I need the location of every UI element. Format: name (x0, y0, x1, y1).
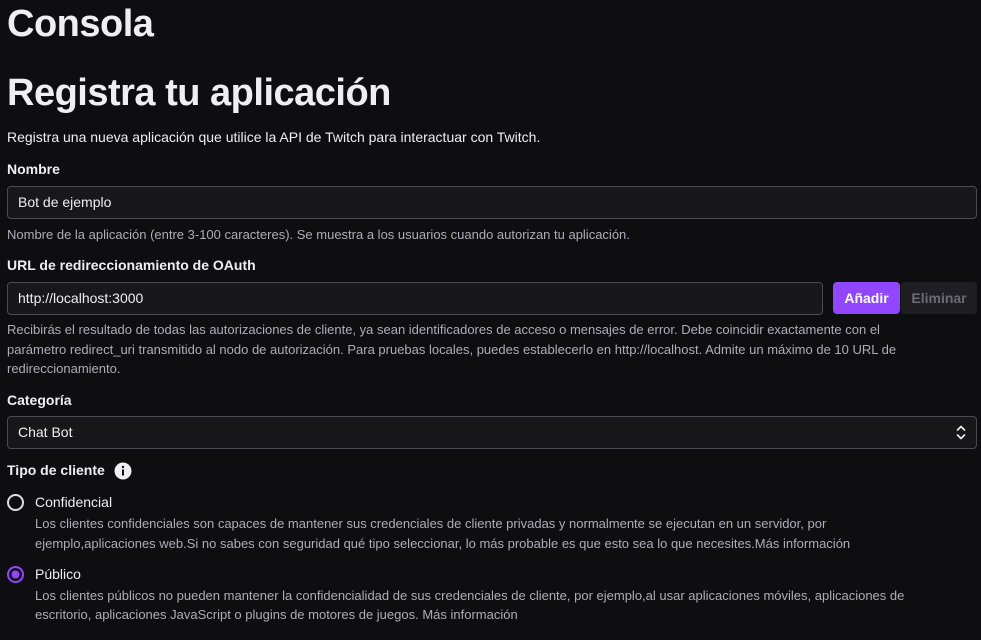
remove-url-button[interactable]: Eliminar (901, 282, 977, 314)
confidential-desc-line-2: ejemplo,aplicaciones web.Si no sabes con… (35, 536, 851, 551)
category-select[interactable]: Chat Bot (7, 416, 977, 449)
add-url-button[interactable]: Añadir (833, 282, 900, 314)
public-radio-label[interactable]: Público (35, 566, 81, 582)
category-label: Categoría (7, 392, 72, 408)
client-type-label: Tipo de cliente (7, 462, 105, 478)
confidential-desc-line-1: Los clientes confidenciales son capaces … (35, 516, 827, 531)
redirect-url-hint-line-3: redireccionamiento. (7, 361, 121, 376)
name-label: Nombre (7, 161, 60, 177)
name-input[interactable]: Bot de ejemplo (7, 186, 977, 219)
redirect-url-hint-line-1: Recibirás el resultado de todas las auto… (7, 322, 880, 337)
public-desc-line-2: escritorio, aplicaciones JavaScript o pl… (35, 607, 518, 622)
redirect-url-label: URL de redireccionamiento de OAuth (7, 257, 256, 273)
redirect-url-hint-line-2: parámetro redirect_uri transmitido al no… (7, 342, 897, 357)
public-desc-line-1: Los clientes públicos no pueden mantener… (35, 588, 905, 603)
confidential-radio[interactable] (7, 494, 24, 511)
category-selected-value: Chat Bot (18, 424, 73, 440)
app-title: Consola (7, 3, 154, 45)
confidential-radio-label[interactable]: Confidencial (35, 494, 112, 510)
select-arrows-icon (956, 425, 966, 440)
page-subtitle: Registra una nueva aplicación que utilic… (7, 129, 541, 145)
public-radio[interactable] (7, 566, 24, 583)
info-icon[interactable] (114, 462, 132, 480)
page-title: Registra tu aplicación (7, 72, 391, 114)
redirect-url-input[interactable]: http://localhost:3000 (7, 282, 823, 315)
name-hint: Nombre de la aplicación (entre 3-100 car… (7, 227, 630, 242)
